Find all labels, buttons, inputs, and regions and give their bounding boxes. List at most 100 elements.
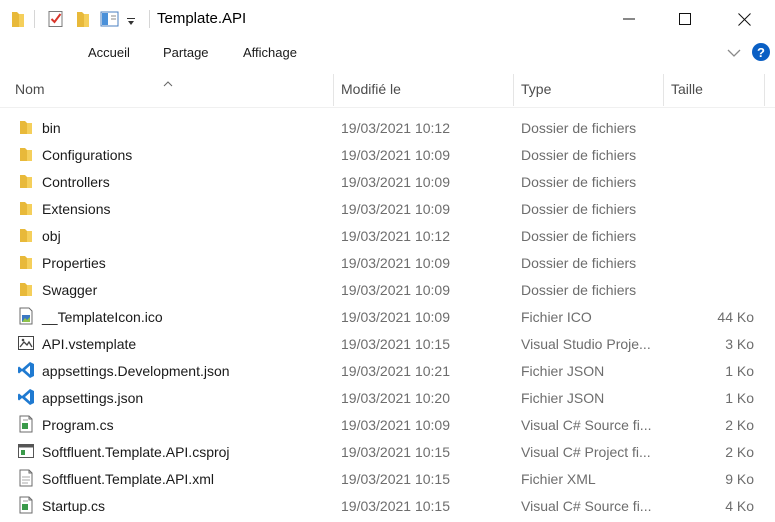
csharp-file-icon	[17, 496, 35, 514]
file-list: bin 19/03/2021 10:12 Dossier de fichiers Co…	[0, 114, 775, 519]
file-row[interactable]: Extensions 19/03/2021 10:09 Dossier de fic…	[0, 195, 775, 222]
file-name: Extensions	[42, 201, 111, 217]
column-divider[interactable]	[333, 74, 334, 106]
window-title: Template.API	[157, 10, 247, 27]
file-type: Visual C# Project fi...	[521, 444, 651, 460]
file-name: appsettings.json	[42, 390, 144, 406]
help-button[interactable]: ?	[752, 43, 770, 61]
minimize-button[interactable]	[606, 0, 652, 38]
column-headers: Nom Modifié le Type Taille	[0, 72, 775, 108]
file-name: Properties	[42, 255, 106, 271]
maximize-icon	[679, 13, 691, 25]
file-name: appsettings.Development.json	[42, 363, 230, 379]
file-modified: 19/03/2021 10:20	[341, 390, 450, 406]
file-row[interactable]: obj 19/03/2021 10:12 Dossier de fichiers	[0, 222, 775, 249]
file-type: Visual C# Source fi...	[521, 498, 652, 514]
folder-icon	[17, 172, 35, 190]
file-modified: 19/03/2021 10:09	[341, 417, 450, 433]
file-name: __TemplateIcon.ico	[42, 309, 163, 325]
file-modified: 19/03/2021 10:21	[341, 363, 450, 379]
image-file-icon	[17, 307, 35, 325]
file-size: 1 Ko	[725, 363, 754, 379]
file-size: 44 Ko	[717, 309, 754, 325]
file-modified: 19/03/2021 10:12	[341, 228, 450, 244]
close-button[interactable]	[721, 0, 767, 38]
file-type: Dossier de fichiers	[521, 255, 637, 271]
file-name: Program.cs	[42, 417, 114, 433]
file-modified: 19/03/2021 10:09	[341, 174, 450, 190]
ribbon-tabs: Accueil Partage Affichage	[0, 38, 775, 68]
file-row[interactable]: Controllers 19/03/2021 10:09 Dossier de fi…	[0, 168, 775, 195]
xml-file-icon	[17, 469, 35, 487]
file-type: Fichier XML	[521, 471, 596, 487]
tab-affichage[interactable]: Affichage	[243, 45, 297, 60]
maximize-button[interactable]	[662, 0, 708, 38]
file-name: Softfluent.Template.API.xml	[42, 471, 214, 487]
file-name: Controllers	[42, 174, 110, 190]
tab-accueil[interactable]: Accueil	[88, 45, 130, 60]
column-header-modified[interactable]: Modifié le	[341, 81, 401, 97]
file-size: 9 Ko	[725, 471, 754, 487]
file-name: obj	[42, 228, 61, 244]
file-modified: 19/03/2021 10:15	[341, 498, 450, 514]
file-modified: 19/03/2021 10:09	[341, 147, 450, 163]
folder-icon	[17, 118, 35, 136]
file-row[interactable]: __TemplateIcon.ico 19/03/2021 10:09 Fichie…	[0, 303, 775, 330]
customize-dropdown-icon[interactable]	[126, 14, 136, 32]
column-header-size[interactable]: Taille	[671, 81, 703, 97]
file-name: Startup.cs	[42, 498, 106, 514]
file-row[interactable]: Softfluent.Template.API.xml 19/03/2021 10…	[0, 465, 775, 492]
file-modified: 19/03/2021 10:09	[341, 201, 450, 217]
vscode-icon	[17, 361, 35, 379]
quick-access-separator	[34, 10, 35, 28]
folder-icon	[17, 199, 35, 217]
column-header-type[interactable]: Type	[521, 81, 551, 97]
file-size: 4 Ko	[725, 498, 754, 514]
title-bar: Template.API	[0, 0, 775, 38]
file-row[interactable]: Startup.cs 19/03/2021 10:15 Visual C# Sour…	[0, 492, 775, 519]
file-type: Visual Studio Proje...	[521, 336, 651, 352]
expand-ribbon-chevron-icon[interactable]	[727, 45, 741, 63]
file-type: Dossier de fichiers	[521, 228, 637, 244]
file-type: Dossier de fichiers	[521, 282, 637, 298]
vstemplate-file-icon	[17, 334, 35, 352]
folder-icon	[17, 253, 35, 271]
column-divider[interactable]	[663, 74, 664, 106]
file-size: 1 Ko	[725, 390, 754, 406]
file-row[interactable]: Configurations 19/03/2021 10:09 Dossier de…	[0, 141, 775, 168]
file-modified: 19/03/2021 10:09	[341, 282, 450, 298]
column-header-name[interactable]: Nom	[15, 81, 45, 97]
tab-partage[interactable]: Partage	[163, 45, 209, 60]
vscode-icon	[17, 388, 35, 406]
file-name: API.vstemplate	[42, 336, 137, 352]
file-row[interactable]: Softfluent.Template.API.csproj 19/03/2021…	[0, 438, 775, 465]
file-type: Dossier de fichiers	[521, 120, 637, 136]
file-type: Fichier JSON	[521, 390, 605, 406]
new-folder-icon[interactable]	[75, 10, 91, 33]
file-row[interactable]: Swagger 19/03/2021 10:09 Dossier de fichie…	[0, 276, 775, 303]
properties-checkmark-icon[interactable]	[48, 10, 65, 33]
file-row[interactable]: appsettings.Development.json 19/03/2021 1…	[0, 357, 775, 384]
view-pane-icon[interactable]	[100, 10, 119, 33]
file-name: Softfluent.Template.API.csproj	[42, 444, 230, 460]
file-row[interactable]: Program.cs 19/03/2021 10:09 Visual C# Sour…	[0, 411, 775, 438]
file-modified: 19/03/2021 10:15	[341, 444, 450, 460]
file-type: Dossier de fichiers	[521, 174, 637, 190]
file-modified: 19/03/2021 10:15	[341, 471, 450, 487]
file-size: 2 Ko	[725, 417, 754, 433]
folder-icon[interactable]	[10, 10, 26, 33]
file-row[interactable]: appsettings.json 19/03/2021 10:20 Fichier …	[0, 384, 775, 411]
file-row[interactable]: Properties 19/03/2021 10:09 Dossier de fic…	[0, 249, 775, 276]
file-size: 2 Ko	[725, 444, 754, 460]
file-type: Fichier ICO	[521, 309, 592, 325]
minimize-icon	[623, 18, 635, 20]
folder-icon	[17, 145, 35, 163]
file-type: Visual C# Source fi...	[521, 417, 652, 433]
folder-icon	[17, 280, 35, 298]
header-underline	[0, 107, 775, 108]
column-divider[interactable]	[513, 74, 514, 106]
file-modified: 19/03/2021 10:15	[341, 336, 450, 352]
file-row[interactable]: bin 19/03/2021 10:12 Dossier de fichiers	[0, 114, 775, 141]
column-divider[interactable]	[764, 74, 765, 106]
file-row[interactable]: API.vstemplate 19/03/2021 10:15 Visual Stu…	[0, 330, 775, 357]
